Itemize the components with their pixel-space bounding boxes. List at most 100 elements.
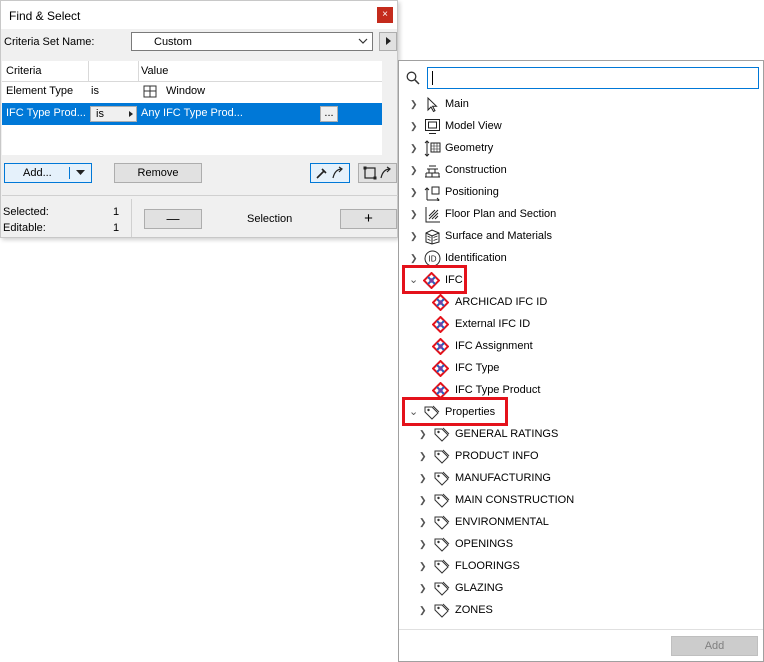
criteria-table: Criteria Value Element Type is Window IF… — [2, 61, 382, 155]
find-select-dialog: Find & Select × Criteria Set Name: Custo… — [0, 0, 398, 238]
tree-item-positioning[interactable]: ❯ Positioning — [399, 182, 763, 202]
table-scrollbar[interactable] — [382, 61, 397, 155]
tree-item-openings[interactable]: ❯ OPENINGS — [399, 534, 763, 554]
model-view-icon — [425, 119, 440, 134]
table-row-selected[interactable]: IFC Type Prod... is Any IFC Type Prod...… — [2, 103, 382, 125]
editable-label: Editable: — [3, 222, 46, 234]
tree-item-label: MANUFACTURING — [455, 472, 551, 484]
tag-icon — [434, 537, 450, 552]
title-bar[interactable]: Find & Select × — [1, 1, 397, 29]
add-criteria-button[interactable]: Add... — [4, 163, 92, 183]
tree-item-general-ratings[interactable]: ❯ GENERAL RATINGS — [399, 424, 763, 444]
tag-icon — [434, 603, 450, 618]
chevron-right-icon[interactable]: ❯ — [410, 143, 418, 154]
tree-item-geometry[interactable]: ❯ Geometry — [399, 138, 763, 158]
chevron-right-icon[interactable]: ❯ — [410, 165, 418, 176]
chevron-right-icon[interactable]: ❯ — [410, 253, 418, 264]
tree-item-manufacturing[interactable]: ❯ MANUFACTURING — [399, 468, 763, 488]
tree-item-label: Model View — [445, 120, 502, 132]
ifc-icon — [432, 294, 449, 311]
value-browse-button[interactable]: ... — [320, 106, 338, 122]
selected-count: 1 — [113, 206, 120, 218]
tree-item-floorings[interactable]: ❯ FLOORINGS — [399, 556, 763, 576]
add-to-selection-button[interactable]: + — [340, 209, 397, 229]
triangle-right-icon — [129, 111, 133, 117]
tree-item-label: External IFC ID — [455, 318, 531, 330]
remove-from-selection-button[interactable]: — — [144, 209, 202, 229]
selected-label: Selected: — [3, 206, 49, 218]
tree-item-label: GLAZING — [455, 582, 504, 594]
chevron-down-icon[interactable] — [76, 169, 85, 177]
ifc-icon — [432, 360, 449, 377]
chevron-down-icon — [358, 38, 368, 44]
tree-item-model-view[interactable]: ❯ Model View — [399, 116, 763, 136]
chevron-right-icon[interactable]: ❯ — [419, 561, 427, 572]
geometry-icon — [424, 140, 441, 157]
tree-item-floor-plan-section[interactable]: ❯ Floor Plan and Section — [399, 204, 763, 224]
tree-item-label: OPENINGS — [455, 538, 514, 550]
tag-icon — [434, 427, 450, 442]
cursor-icon — [427, 96, 438, 113]
selection-label: Selection — [247, 213, 293, 225]
tree-item-main-construction[interactable]: ❯ MAIN CONSTRUCTION — [399, 490, 763, 510]
search-icon — [406, 71, 420, 85]
pick-parameters-button[interactable] — [310, 163, 350, 183]
tree-item-ifc-assignment[interactable]: IFC Assignment — [399, 336, 763, 356]
chevron-right-icon[interactable]: ❯ — [419, 605, 427, 616]
chevron-right-icon[interactable]: ❯ — [419, 429, 427, 440]
chevron-right-icon[interactable]: ❯ — [419, 517, 427, 528]
chevron-right-icon[interactable]: ❯ — [419, 451, 427, 462]
tag-icon — [434, 581, 450, 596]
tree-item-archicad-ifc-id[interactable]: ARCHICAD IFC ID — [399, 292, 763, 312]
tree-item-label: ENVIRONMENTAL — [455, 516, 549, 528]
tree-item-construction[interactable]: ❯ Construction — [399, 160, 763, 180]
tree-item-glazing[interactable]: ❯ GLAZING — [399, 578, 763, 598]
chevron-right-icon[interactable]: ❯ — [410, 99, 418, 110]
eyedropper-icon — [316, 166, 343, 179]
tree-item-product-info[interactable]: ❯ PRODUCT INFO — [399, 446, 763, 466]
positioning-icon — [424, 186, 440, 201]
search-input[interactable] — [427, 67, 759, 89]
tree-item-label: IFC Type Product — [455, 384, 541, 396]
marquee-select-button[interactable] — [358, 163, 397, 183]
tree-item-environmental[interactable]: ❯ ENVIRONMENTAL — [399, 512, 763, 532]
tree-item-label: IFC Type — [455, 362, 500, 374]
column-header-criteria: Criteria — [6, 65, 42, 77]
tree-item-label: PRODUCT INFO — [455, 450, 539, 462]
row-value: Any IFC Type Prod... — [141, 107, 243, 119]
table-row[interactable]: Element Type is Window — [2, 81, 382, 103]
chevron-right-icon[interactable]: ❯ — [410, 209, 418, 220]
operator-dropdown[interactable]: is — [90, 106, 137, 122]
chevron-right-icon[interactable]: ❯ — [410, 231, 418, 242]
chevron-right-icon[interactable]: ❯ — [419, 495, 427, 506]
criteria-set-menu-button[interactable] — [379, 32, 397, 51]
chevron-right-icon[interactable]: ❯ — [419, 583, 427, 594]
add-button-label: Add... — [23, 167, 52, 179]
tree-item-label: Main — [445, 98, 469, 110]
row-operator[interactable]: is — [91, 85, 99, 97]
tag-icon — [434, 471, 450, 486]
tree-item-ifc-type[interactable]: IFC Type — [399, 358, 763, 378]
table-header: Criteria Value — [2, 61, 382, 82]
tree-item-label: Surface and Materials — [445, 230, 552, 242]
tree-item-zones[interactable]: ❯ ZONES — [399, 600, 763, 620]
marquee-icon — [363, 166, 391, 180]
row-criteria: Element Type — [6, 85, 74, 97]
remove-button[interactable]: Remove — [114, 163, 202, 183]
add-criteria-button-disabled[interactable]: Add — [671, 636, 758, 656]
chevron-right-icon[interactable]: ❯ — [419, 539, 427, 550]
chevron-right-icon[interactable]: ❯ — [410, 121, 418, 132]
tag-icon — [434, 515, 450, 530]
row-value: Window — [166, 85, 206, 97]
tree-item-label: Identification — [445, 252, 507, 264]
operator-value: is — [96, 108, 104, 120]
chevron-right-icon[interactable]: ❯ — [419, 473, 427, 484]
criteria-set-dropdown[interactable]: Custom — [131, 32, 373, 51]
tree-item-main[interactable]: ❯ Main — [399, 94, 763, 114]
tree-item-label: Positioning — [445, 186, 499, 198]
tree-item-surface-materials[interactable]: ❯ Surface and Materials — [399, 226, 763, 246]
tree-item-external-ifc-id[interactable]: External IFC ID — [399, 314, 763, 334]
criteria-set-label: Criteria Set Name: — [4, 36, 95, 48]
close-button[interactable]: × — [377, 7, 393, 23]
chevron-right-icon[interactable]: ❯ — [410, 187, 418, 198]
